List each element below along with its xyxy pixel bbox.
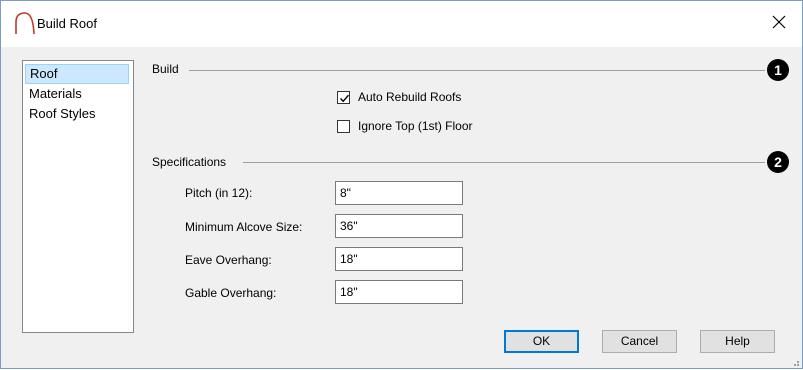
resize-grip-icon[interactable] — [790, 356, 800, 366]
nav-item-roof-styles[interactable]: Roof Styles — [25, 104, 129, 124]
checkbox-box-unchecked[interactable] — [337, 120, 350, 133]
minimum-alcove-size-label: Minimum Alcove Size: — [185, 220, 303, 234]
checkbox-label: Auto Rebuild Roofs — [358, 90, 462, 104]
cancel-button[interactable]: Cancel — [602, 330, 677, 353]
close-icon[interactable] — [768, 11, 790, 33]
specifications-group-label: Specifications — [152, 155, 227, 169]
checkbox-label: Ignore Top (1st) Floor — [358, 119, 473, 133]
specifications-group-divider — [243, 162, 765, 163]
roof-arc-icon — [13, 10, 37, 36]
nav-item-roof[interactable]: Roof — [25, 64, 129, 84]
nav-item-label: Roof Styles — [29, 106, 96, 121]
pitch-label: Pitch (in 12): — [185, 186, 253, 200]
nav-item-materials[interactable]: Materials — [25, 84, 129, 104]
window-title: Build Roof — [37, 16, 97, 31]
nav-item-label: Materials — [29, 86, 82, 101]
gable-overhang-label: Gable Overhang: — [185, 286, 277, 300]
title-bar: Build Roof — [1, 1, 802, 47]
build-group-divider — [189, 70, 765, 71]
minimum-alcove-size-input[interactable] — [335, 214, 463, 238]
category-list: Roof Materials Roof Styles — [22, 60, 134, 333]
eave-overhang-input[interactable] — [335, 247, 463, 271]
build-group-label: Build — [152, 62, 179, 76]
help-button[interactable]: Help — [700, 330, 775, 353]
callout-2: 2 — [767, 151, 789, 173]
build-roof-dialog: Build Roof Roof Materials Roof Styles Bu… — [0, 0, 803, 369]
nav-item-label: Roof — [30, 66, 58, 81]
gable-overhang-input[interactable] — [335, 280, 463, 304]
callout-1: 1 — [767, 59, 789, 81]
pitch-input[interactable] — [335, 181, 463, 205]
ok-button[interactable]: OK — [504, 330, 579, 353]
eave-overhang-label: Eave Overhang: — [185, 253, 272, 267]
checkbox-box-checked[interactable] — [337, 91, 350, 104]
